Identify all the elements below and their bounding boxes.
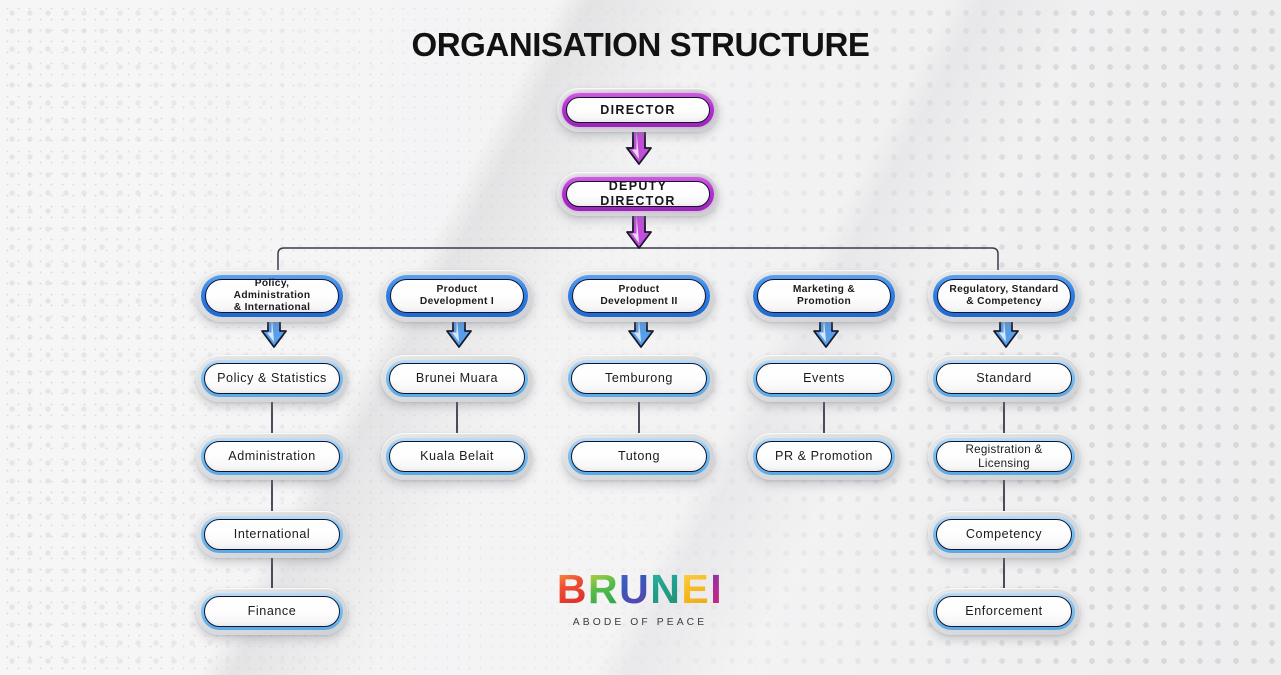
org-node-product-development-1[interactable]: Product Development I <box>381 270 533 322</box>
org-node-enforcement[interactable]: Enforcement <box>928 588 1080 635</box>
org-node-label: Registration & Licensing <box>965 442 1043 470</box>
org-node-label: Policy & Statistics <box>217 371 327 386</box>
arrow-director-to-deputy <box>625 128 652 165</box>
org-node-label: Brunei Muara <box>415 371 499 386</box>
node-face: Temburong <box>571 363 707 394</box>
node-face: Product Development II <box>572 279 706 313</box>
node-face: Kuala Belait <box>389 441 525 472</box>
brunei-logo-letter-e: E <box>681 566 711 612</box>
brunei-logo-letter-u: U <box>619 566 651 612</box>
org-node-events[interactable]: Events <box>748 355 900 402</box>
organisation-chart-canvas: ORGANISATION STRUCTURE DIRECTOR DEPUTY D… <box>0 0 1281 675</box>
org-node-kuala-belait[interactable]: Kuala Belait <box>381 433 533 480</box>
page-title: ORGANISATION STRUCTURE <box>411 26 870 63</box>
brunei-logo: BRUNEI ABODE OF PEACE <box>540 569 740 629</box>
brunei-logo-letter-i: I <box>710 566 724 612</box>
org-node-temburong[interactable]: Temburong <box>563 355 715 402</box>
node-face: Registration & Licensing <box>936 441 1072 472</box>
org-node-finance[interactable]: Finance <box>196 588 348 635</box>
org-node-label: Marketing & Promotion <box>792 283 856 307</box>
org-node-label: PR & Promotion <box>775 449 873 464</box>
org-node-label: Events <box>803 371 845 386</box>
org-node-tutong[interactable]: Tutong <box>563 433 715 480</box>
org-node-policy-administration-international[interactable]: Policy, Administration & International <box>196 270 348 322</box>
org-node-international[interactable]: International <box>196 511 348 558</box>
org-node-label: Temburong <box>605 371 673 386</box>
brunei-logo-letter-r: R <box>588 566 620 612</box>
org-node-deputy-director[interactable]: DEPUTY DIRECTOR <box>557 172 719 216</box>
org-node-label: Policy, Administration & International <box>233 277 311 314</box>
node-face: Regulatory, Standard & Competency <box>937 279 1071 313</box>
org-node-label: Standard <box>976 371 1032 386</box>
org-node-label: Product Development II <box>600 283 678 307</box>
org-node-label: DEPUTY DIRECTOR <box>600 179 676 208</box>
node-face: Enforcement <box>936 596 1072 627</box>
node-face: DIRECTOR <box>566 97 710 123</box>
org-node-label: Enforcement <box>965 604 1043 619</box>
org-node-director[interactable]: DIRECTOR <box>557 88 719 132</box>
org-node-brunei-muara[interactable]: Brunei Muara <box>381 355 533 402</box>
brunei-logo-letter-b: B <box>556 566 588 612</box>
org-node-regulatory-standard-competency[interactable]: Regulatory, Standard & Competency <box>928 270 1080 322</box>
node-face: Policy & Statistics <box>204 363 340 394</box>
org-node-label: International <box>233 527 311 542</box>
org-node-label: Product Development I <box>419 283 495 307</box>
org-node-competency[interactable]: Competency <box>928 511 1080 558</box>
node-face: Events <box>756 363 892 394</box>
node-face: Product Development I <box>390 279 524 313</box>
org-node-policy-statistics[interactable]: Policy & Statistics <box>196 355 348 402</box>
org-node-registration-licensing[interactable]: Registration & Licensing <box>928 433 1080 480</box>
node-face: Policy, Administration & International <box>205 277 339 314</box>
brunei-logo-tagline: ABODE OF PEACE <box>572 617 708 628</box>
node-face: Tutong <box>571 441 707 472</box>
org-node-marketing-promotion[interactable]: Marketing & Promotion <box>748 270 900 322</box>
node-face: Competency <box>936 519 1072 550</box>
node-face: Marketing & Promotion <box>757 279 891 313</box>
node-face: Standard <box>936 363 1072 394</box>
org-node-label: Kuala Belait <box>420 449 494 464</box>
node-face: Finance <box>204 596 340 627</box>
node-face: DEPUTY DIRECTOR <box>566 179 710 208</box>
org-node-label: Regulatory, Standard & Competency <box>949 283 1059 307</box>
org-node-label: Finance <box>247 604 297 619</box>
node-face: Brunei Muara <box>389 363 525 394</box>
org-node-pr-promotion[interactable]: PR & Promotion <box>748 433 900 480</box>
org-node-label: DIRECTOR <box>600 102 676 117</box>
brunei-logo-wordmark: BRUNEI <box>540 569 740 610</box>
arrow-deputy-to-divisions <box>626 212 652 249</box>
node-face: International <box>204 519 340 550</box>
brunei-logo-letter-n: N <box>650 566 682 612</box>
org-node-label: Administration <box>228 449 316 464</box>
org-node-product-development-2[interactable]: Product Development II <box>563 270 715 322</box>
org-node-label: Competency <box>965 527 1043 542</box>
org-node-administration[interactable]: Administration <box>196 433 348 480</box>
node-face: PR & Promotion <box>756 441 892 472</box>
org-node-label: Tutong <box>617 449 661 464</box>
node-face: Administration <box>204 441 340 472</box>
org-node-standard[interactable]: Standard <box>928 355 1080 402</box>
